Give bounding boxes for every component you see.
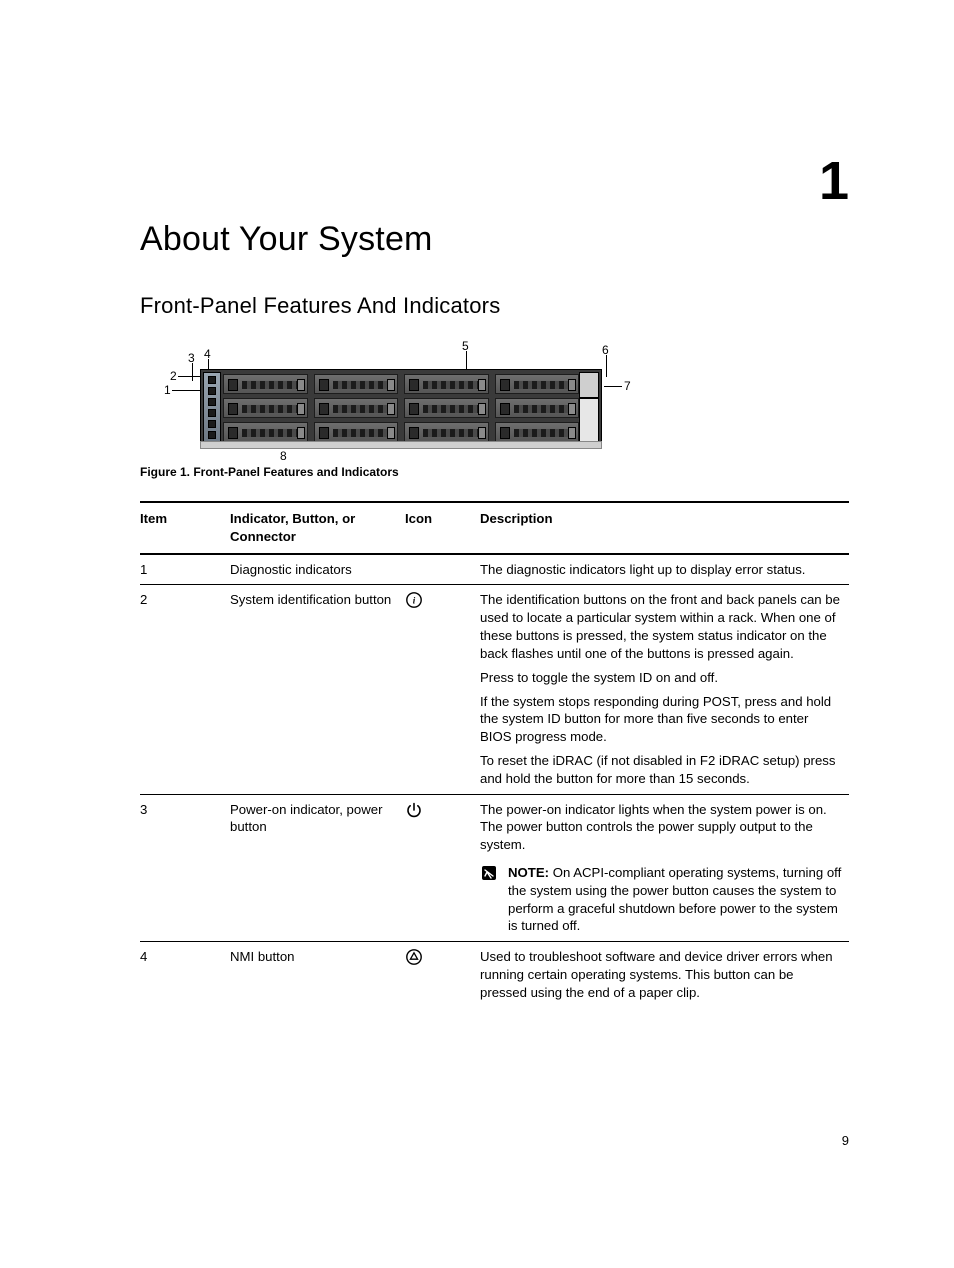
- cell-description: The power-on indicator lights when the s…: [480, 794, 849, 942]
- cell-icon: [405, 554, 480, 585]
- figure-caption: Figure 1. Front-Panel Features and Indic…: [140, 465, 849, 479]
- table-row: 3 Power-on indicator, power button The p…: [140, 794, 849, 942]
- callout-5: 5: [462, 339, 469, 353]
- th-description: Description: [480, 502, 849, 554]
- note-icon: [480, 864, 498, 935]
- th-icon: Icon: [405, 502, 480, 554]
- table-row: 4 NMI button Used to troubleshoot softwa…: [140, 942, 849, 1008]
- right-blank: [579, 398, 599, 442]
- cell-indicator: System identification button: [230, 585, 405, 794]
- table-header-row: Item Indicator, Button, or Connector Ico…: [140, 502, 849, 554]
- cell-description: The identification buttons on the front …: [480, 585, 849, 794]
- page-number: 9: [842, 1133, 849, 1148]
- callout-7: 7: [624, 379, 631, 393]
- svg-text:i: i: [413, 596, 416, 606]
- chapter-number: 1: [819, 150, 849, 212]
- cell-icon: [405, 794, 480, 942]
- drive-row-1: [223, 374, 579, 394]
- right-module: [579, 372, 599, 398]
- section-title: Front-Panel Features And Indicators: [140, 293, 849, 319]
- cell-item: 1: [140, 554, 230, 585]
- drive-row-2: [223, 398, 579, 418]
- cell-indicator: Power-on indicator, power button: [230, 794, 405, 942]
- cell-item: 2: [140, 585, 230, 794]
- cell-icon: i: [405, 585, 480, 794]
- nmi-icon: [405, 948, 423, 971]
- table-row: 2 System identification button i The ide…: [140, 585, 849, 794]
- th-indicator: Indicator, Button, or Connector: [230, 502, 405, 554]
- cell-item: 4: [140, 942, 230, 1008]
- front-panel-figure: 1 2 3 4 5 6 7 8: [150, 339, 849, 449]
- th-item: Item: [140, 502, 230, 554]
- callout-8: 8: [280, 449, 287, 463]
- chassis: [200, 369, 602, 443]
- table-row: 1 Diagnostic indicators The diagnostic i…: [140, 554, 849, 585]
- manual-page: 1 About Your System Front-Panel Features…: [0, 0, 954, 1268]
- callout-6: 6: [602, 343, 609, 357]
- cell-item: 3: [140, 794, 230, 942]
- control-column: [203, 372, 221, 442]
- callout-3: 3: [188, 351, 195, 365]
- system-id-icon: i: [405, 591, 423, 614]
- rack-schematic: 1 2 3 4 5 6 7 8: [150, 339, 620, 449]
- cell-icon: [405, 942, 480, 1008]
- note-block: NOTE: On ACPI-compliant operating system…: [480, 864, 843, 935]
- cell-description: Used to troubleshoot software and device…: [480, 942, 849, 1008]
- features-table: Item Indicator, Button, or Connector Ico…: [140, 501, 849, 1008]
- drive-row-3: [223, 422, 579, 442]
- callout-1: 1: [164, 383, 171, 397]
- cell-indicator: NMI button: [230, 942, 405, 1008]
- note-text: NOTE: On ACPI-compliant operating system…: [508, 864, 843, 935]
- cell-description: The diagnostic indicators light up to di…: [480, 554, 849, 585]
- callout-2: 2: [170, 369, 177, 383]
- callout-4: 4: [204, 347, 211, 361]
- page-title: About Your System: [140, 220, 849, 259]
- cell-indicator: Diagnostic indicators: [230, 554, 405, 585]
- base-bar: [200, 441, 602, 449]
- power-icon: [405, 801, 423, 824]
